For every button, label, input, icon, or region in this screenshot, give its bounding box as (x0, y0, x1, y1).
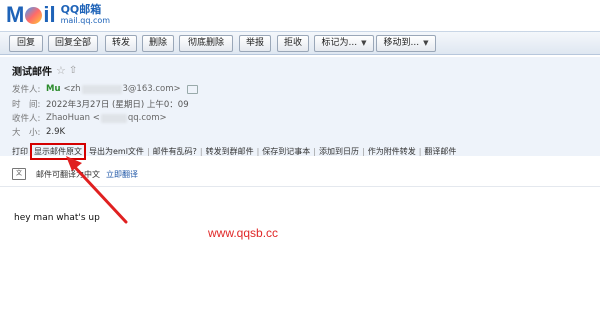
recipient-name[interactable]: ZhaoHuan < (46, 113, 100, 123)
translate-bar: 文 邮件可翻译为中文 立即翻译 (12, 168, 138, 180)
separator: | (256, 147, 260, 156)
move-to-label: 移动到... (383, 38, 420, 48)
add-calendar-link[interactable]: 添加到日历 (319, 146, 359, 157)
export-eml-link[interactable]: 导出为eml文件 (89, 146, 144, 157)
size-value: 2.9K (46, 127, 66, 137)
recipient-row: 收件人: ZhaoHuan < qq.com> (12, 112, 167, 124)
separator: | (146, 147, 150, 156)
translate-mail-link[interactable]: 翻译邮件 (424, 146, 456, 157)
share-icon[interactable]: ⇧ (69, 65, 77, 76)
redacted-text (81, 84, 122, 94)
recipient-email-suffix: qq.com> (127, 113, 167, 123)
contact-card-icon[interactable] (186, 84, 198, 94)
watermark-text: www.qqsb.cc (208, 226, 279, 240)
size-label: 大 小: (12, 128, 41, 138)
reject-button[interactable]: 拒收 (277, 35, 309, 52)
mail-toolbar: 回复 回复全部 转发 删除 彻底删除 举报 拒收 标记为... ▼ 移动到... ▼ (0, 31, 600, 55)
mark-as-dropdown[interactable]: 标记为... ▼ (314, 35, 374, 52)
time-value: 2022年3月27日 (星期日) 上午0：09 (46, 100, 189, 110)
mail-header: 测试邮件 ☆ ⇧ 发件人: Mu <zh 3@163.com> 时 间: 202… (0, 57, 600, 160)
recipient-label: 收件人: (12, 114, 41, 124)
print-link[interactable]: 打印 (12, 146, 28, 157)
qq-mail-logo: Mil QQ邮箱 mail.qq.com (6, 3, 110, 27)
reply-button[interactable]: 回复 (9, 35, 43, 52)
subject-row: 测试邮件 ☆ ⇧ (12, 63, 77, 78)
mail-subject: 测试邮件 (12, 67, 52, 78)
save-note-link[interactable]: 保存到记事本 (262, 146, 310, 157)
mark-as-label: 标记为... (321, 38, 358, 48)
sender-name[interactable]: Mu (46, 84, 61, 94)
forward-group-link[interactable]: 转发到群邮件 (206, 146, 254, 157)
delete-permanent-button[interactable]: 彻底删除 (179, 35, 233, 52)
mail-body: hey man what's up (14, 213, 100, 223)
forward-attachment-link[interactable]: 作为附件转发 (368, 146, 416, 157)
logo-url-text: mail.qq.com (60, 16, 111, 25)
mail-actions-bar: 打印 显示邮件原文 导出为eml文件 | 邮件有乱码? | 转发到群邮件 | 保… (12, 143, 456, 160)
sender-email-suffix: 3@163.com> (122, 84, 181, 94)
translate-icon: 文 (12, 168, 26, 180)
chevron-down-icon: ▼ (423, 39, 429, 47)
time-label: 时 间: (12, 100, 41, 110)
separator: | (362, 147, 365, 156)
divider (0, 186, 600, 187)
sender-label: 发件人: (12, 85, 41, 95)
delete-button[interactable]: 删除 (142, 35, 174, 52)
chevron-down-icon: ▼ (361, 39, 367, 47)
move-to-dropdown[interactable]: 移动到... ▼ (376, 35, 436, 52)
forward-button[interactable]: 转发 (105, 35, 137, 52)
reply-all-button[interactable]: 回复全部 (48, 35, 98, 52)
star-icon[interactable]: ☆ (56, 64, 66, 77)
separator: | (418, 147, 422, 156)
garbled-link[interactable]: 邮件有乱码? (153, 146, 197, 157)
logo-cn-text: QQ邮箱 (60, 3, 102, 16)
translate-text: 邮件可翻译为中文 (36, 169, 100, 179)
separator: | (313, 147, 316, 156)
sender-row: 发件人: Mu <zh 3@163.com> (12, 83, 198, 95)
report-button[interactable]: 举报 (239, 35, 271, 52)
size-row: 大 小: 2.9K (12, 126, 65, 138)
show-original-link[interactable]: 显示邮件原文 (30, 143, 86, 160)
redacted-text (100, 113, 127, 123)
separator: | (199, 147, 203, 156)
logo-wordmark: Mil (6, 2, 56, 27)
translate-now-link[interactable]: 立即翻译 (106, 169, 138, 180)
time-row: 时 间: 2022年3月27日 (星期日) 上午0：09 (12, 98, 189, 110)
sender-email-prefix: <zh (63, 84, 81, 94)
